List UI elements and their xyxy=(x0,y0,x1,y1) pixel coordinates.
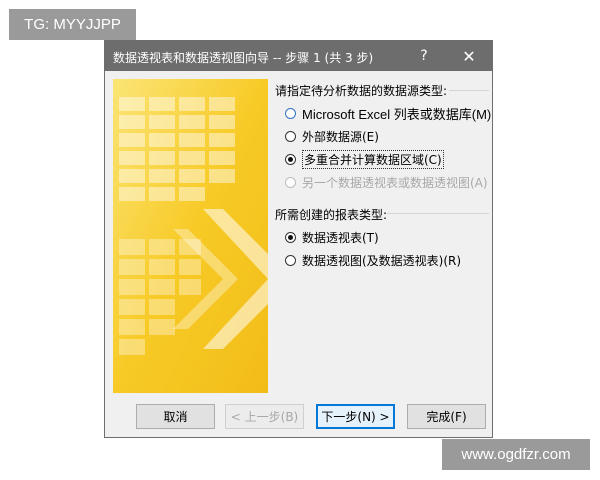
report-type-heading: 所需创建的报表类型: xyxy=(275,208,388,222)
watermark-bottom: www.ogdfzr.com xyxy=(442,439,590,470)
option-pivot-chart-label: 数据透视图(及数据透视表)(R) xyxy=(302,253,462,268)
option-multiple-ranges-label: 多重合并计算数据区域(C) xyxy=(302,149,444,169)
option-multiple-ranges[interactable]: 多重合并计算数据区域(C) xyxy=(285,149,444,169)
option-excel-list[interactable]: Microsoft Excel 列表或数据库(M) xyxy=(285,104,491,122)
help-button[interactable]: ? xyxy=(405,41,443,71)
finish-button[interactable]: 完成(F) xyxy=(407,404,486,429)
watermark-top: TG: MYYJJPP xyxy=(9,9,136,40)
option-pivot-table[interactable]: 数据透视表(T) xyxy=(285,228,379,246)
option-another-pivot: 另一个数据透视表或数据透视图(A) xyxy=(285,173,488,191)
option-pivot-chart[interactable]: 数据透视图(及数据透视表)(R) xyxy=(285,251,461,269)
radio-external-source[interactable] xyxy=(285,130,296,142)
next-button[interactable]: 下一步(N) > xyxy=(316,404,395,429)
option-external-source-label: 外部数据源(E) xyxy=(302,129,379,144)
radio-excel-list[interactable] xyxy=(285,107,296,119)
pivot-wizard-dialog: 数据透视表和数据透视图向导 -- 步骤 1 (共 3 步) ? ✕ 请指定待分析… xyxy=(104,40,493,438)
divider xyxy=(449,90,489,91)
cancel-button[interactable]: 取消 xyxy=(136,404,215,429)
option-excel-list-label: Microsoft Excel 列表或数据库(M) xyxy=(302,106,492,122)
radio-multiple-ranges[interactable] xyxy=(285,153,296,165)
back-button[interactable]: < 上一步(B) xyxy=(225,404,304,429)
dialog-title: 数据透视表和数据透视图向导 -- 步骤 1 (共 3 步) xyxy=(113,51,374,65)
radio-pivot-table[interactable] xyxy=(285,231,296,243)
title-bar[interactable]: 数据透视表和数据透视图向导 -- 步骤 1 (共 3 步) ? ✕ xyxy=(105,41,492,71)
option-pivot-table-label: 数据透视表(T) xyxy=(302,230,379,245)
option-external-source[interactable]: 外部数据源(E) xyxy=(285,127,379,145)
radio-another-pivot xyxy=(285,176,296,188)
data-source-heading: 请指定待分析数据的数据源类型: xyxy=(275,84,448,98)
divider xyxy=(387,213,489,214)
radio-pivot-chart[interactable] xyxy=(285,254,296,266)
close-button[interactable]: ✕ xyxy=(450,41,488,71)
wizard-illustration xyxy=(113,79,268,393)
option-another-pivot-label: 另一个数据透视表或数据透视图(A) xyxy=(302,175,488,190)
